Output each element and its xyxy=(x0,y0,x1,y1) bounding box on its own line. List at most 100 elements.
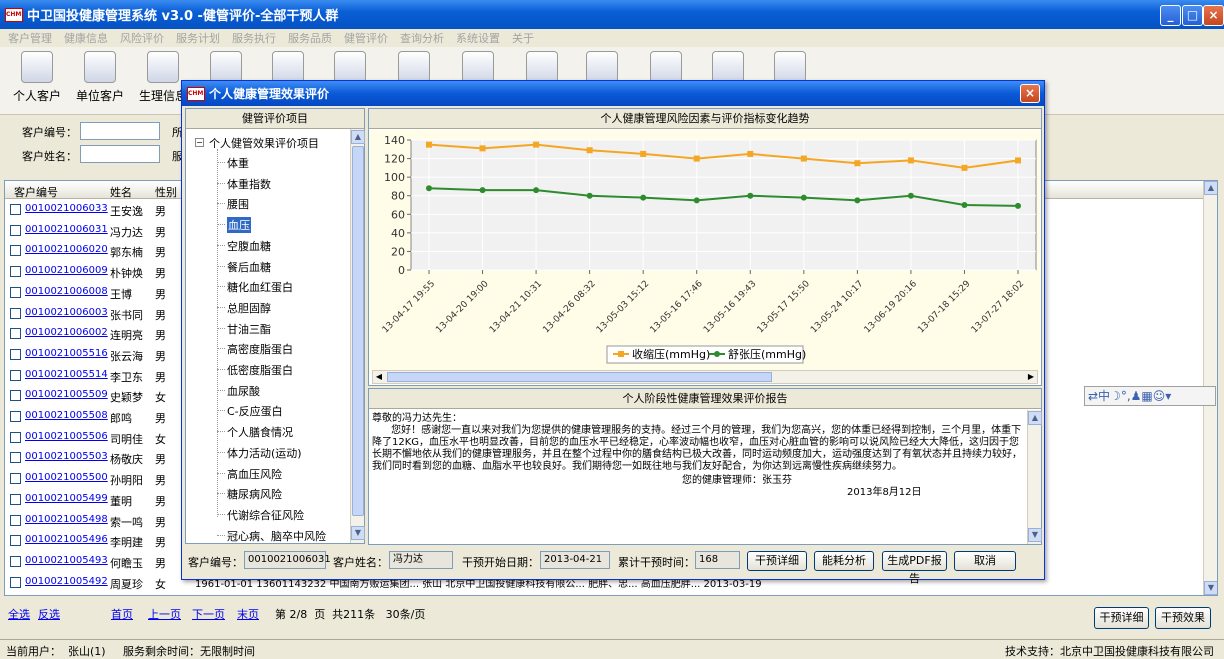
next-page-link[interactable]: 下一页 xyxy=(192,606,225,622)
report-scrollbar[interactable]: ▲ ▼ xyxy=(1027,410,1042,544)
table-row[interactable]: 0010021005498 索一鸣男 xyxy=(5,511,185,532)
row-checkbox[interactable] xyxy=(10,369,21,381)
maximize-button[interactable]: □ xyxy=(1182,5,1203,26)
table-row[interactable]: 0010021005496 李明建男 xyxy=(5,531,185,552)
chart-scroll-left-icon[interactable]: ◀ xyxy=(373,371,385,383)
table-row[interactable]: 0010021005500 孙明阳男 xyxy=(5,469,185,490)
menu-item-6[interactable]: 健管评价 xyxy=(344,30,388,46)
menu-item-1[interactable]: 健康信息 xyxy=(64,30,108,46)
row-checkbox[interactable] xyxy=(10,535,21,547)
energy-analysis-button[interactable]: 能耗分析 xyxy=(814,551,874,571)
table-row[interactable]: 0010021005493 何瞻玉男 xyxy=(5,552,185,573)
table-row[interactable]: 0010021006033 王安逸男 xyxy=(5,200,185,221)
row-customer-id[interactable]: 0010021005506 xyxy=(25,431,108,442)
tree-item[interactable]: 体重 xyxy=(227,155,249,171)
row-checkbox[interactable] xyxy=(10,452,21,464)
invert-selection-link[interactable]: 反选 xyxy=(38,606,60,622)
table-row[interactable]: 0010021005492 周夏珍女 xyxy=(5,573,185,594)
tree-item[interactable]: 体力活动(运动) xyxy=(227,445,302,461)
row-customer-id[interactable]: 0010021006031 xyxy=(25,224,108,235)
row-checkbox[interactable] xyxy=(10,473,21,485)
first-page-link[interactable]: 首页 xyxy=(111,606,133,622)
tree-scrollbar[interactable]: ▲ ▼ xyxy=(350,129,365,543)
row-checkbox[interactable] xyxy=(10,555,21,567)
table-row[interactable]: 0010021006020 郭东楠男 xyxy=(5,241,185,262)
tree-item[interactable]: 糖尿病风险 xyxy=(227,486,282,502)
customer-id-input[interactable] xyxy=(80,122,160,140)
report-scroll-down-icon[interactable]: ▼ xyxy=(1028,528,1042,542)
table-row[interactable]: 0010021005503 杨敬庆男 xyxy=(5,448,185,469)
row-customer-id[interactable]: 0010021005503 xyxy=(25,451,108,462)
chart-scroll-right-icon[interactable]: ▶ xyxy=(1025,371,1037,383)
menu-item-7[interactable]: 查询分析 xyxy=(400,30,444,46)
row-customer-id[interactable]: 0010021005500 xyxy=(25,472,108,483)
menu-item-0[interactable]: 客户管理 xyxy=(8,30,52,46)
table-row[interactable]: 0010021006031 冯力达男 xyxy=(5,221,185,242)
tree-item[interactable]: 甘油三酯 xyxy=(227,321,271,337)
row-checkbox[interactable] xyxy=(10,204,21,215)
chart-scroll-thumb[interactable] xyxy=(387,372,772,382)
tree-root[interactable]: 个人健管效果评价项目 xyxy=(209,135,319,151)
menu-item-9[interactable]: 关于 xyxy=(512,30,534,46)
table-row[interactable]: 0010021005506 司明佳女 xyxy=(5,428,185,449)
dialog-detail-button[interactable]: 干预详细 xyxy=(747,551,807,571)
cancel-button[interactable]: 取消 xyxy=(954,551,1016,571)
row-customer-id[interactable]: 0010021005499 xyxy=(25,493,108,504)
table-row[interactable]: 0010021006003 张书同男 xyxy=(5,304,185,325)
row-customer-id[interactable]: 0010021006033 xyxy=(25,203,108,214)
prev-page-link[interactable]: 上一页 xyxy=(148,606,181,622)
tree-item[interactable]: 血压 xyxy=(227,217,251,234)
tree-item[interactable]: 冠心病、脑卒中风险 xyxy=(227,528,326,544)
scroll-down-icon[interactable]: ▼ xyxy=(1204,581,1217,595)
table-row[interactable]: 0010021006009 朴钟焕男 xyxy=(5,262,185,283)
table-row[interactable]: 0010021005509 史颖梦女 xyxy=(5,386,185,407)
scroll-up-icon[interactable]: ▲ xyxy=(1204,181,1217,195)
intervention-result-button[interactable]: 干预效果 xyxy=(1155,607,1211,629)
row-customer-id[interactable]: 0010021005498 xyxy=(25,514,108,525)
row-checkbox[interactable] xyxy=(10,245,21,257)
ime-toolbar[interactable]: ⇄中☽°,♟▦☺▾ xyxy=(1084,386,1216,406)
tree-item[interactable]: C-反应蛋白 xyxy=(227,403,283,419)
tree-scroll-down-icon[interactable]: ▼ xyxy=(351,526,365,540)
table-row[interactable]: 0010021005516 张云海男 xyxy=(5,345,185,366)
row-checkbox[interactable] xyxy=(10,576,21,588)
row-customer-id[interactable]: 0010021005514 xyxy=(25,369,108,380)
row-customer-id[interactable]: 0010021006020 xyxy=(25,244,108,255)
row-customer-id[interactable]: 0010021005493 xyxy=(25,555,108,566)
table-row[interactable]: 0010021005508 郎鸣 男 xyxy=(5,407,185,428)
row-checkbox[interactable] xyxy=(10,411,21,422)
row-checkbox[interactable] xyxy=(10,286,21,298)
generate-pdf-button[interactable]: 生成PDF报告 xyxy=(882,551,947,585)
toolbar-button-1[interactable]: 单位客户 xyxy=(70,51,130,104)
row-checkbox[interactable] xyxy=(10,431,21,443)
row-customer-id[interactable]: 0010021005496 xyxy=(25,534,108,545)
tree-item[interactable]: 低密度脂蛋白 xyxy=(227,362,293,378)
menu-item-2[interactable]: 风险评价 xyxy=(120,30,164,46)
dialog-close-button[interactable]: × xyxy=(1020,84,1040,103)
tree-item[interactable]: 高密度脂蛋白 xyxy=(227,341,293,357)
minimize-button[interactable]: _ xyxy=(1160,5,1181,26)
table-row[interactable]: 0010021005514 李卫东男 xyxy=(5,366,185,387)
tree-item[interactable]: 体重指数 xyxy=(227,176,271,192)
tree-item[interactable]: 糖化血红蛋白 xyxy=(227,279,293,295)
tree-item[interactable]: 腰围 xyxy=(227,196,249,212)
row-customer-id[interactable]: 0010021006008 xyxy=(25,286,108,297)
select-all-link[interactable]: 全选 xyxy=(8,606,30,622)
toolbar-button-0[interactable]: 个人客户 xyxy=(7,51,67,104)
tree-item[interactable]: 总胆固醇 xyxy=(227,300,271,316)
row-customer-id[interactable]: 0010021006003 xyxy=(25,307,108,318)
tree-item[interactable]: 高血压风险 xyxy=(227,466,282,482)
header-customer-id[interactable]: 客户编号 xyxy=(14,184,58,200)
header-name[interactable]: 姓名 xyxy=(110,184,132,200)
table-row[interactable]: 0010021005499 董明 男 xyxy=(5,490,185,511)
tree-scroll-thumb[interactable] xyxy=(352,146,364,516)
customer-name-input[interactable] xyxy=(80,145,160,163)
row-checkbox[interactable] xyxy=(10,266,21,278)
menu-item-3[interactable]: 服务计划 xyxy=(176,30,220,46)
table-row[interactable]: 0010021006008 王博 男 xyxy=(5,283,185,304)
report-scroll-up-icon[interactable]: ▲ xyxy=(1028,411,1042,425)
row-customer-id[interactable]: 0010021005492 xyxy=(25,576,108,587)
row-customer-id[interactable]: 0010021005516 xyxy=(25,348,108,359)
row-customer-id[interactable]: 0010021005508 xyxy=(25,410,108,421)
menu-item-4[interactable]: 服务执行 xyxy=(232,30,276,46)
